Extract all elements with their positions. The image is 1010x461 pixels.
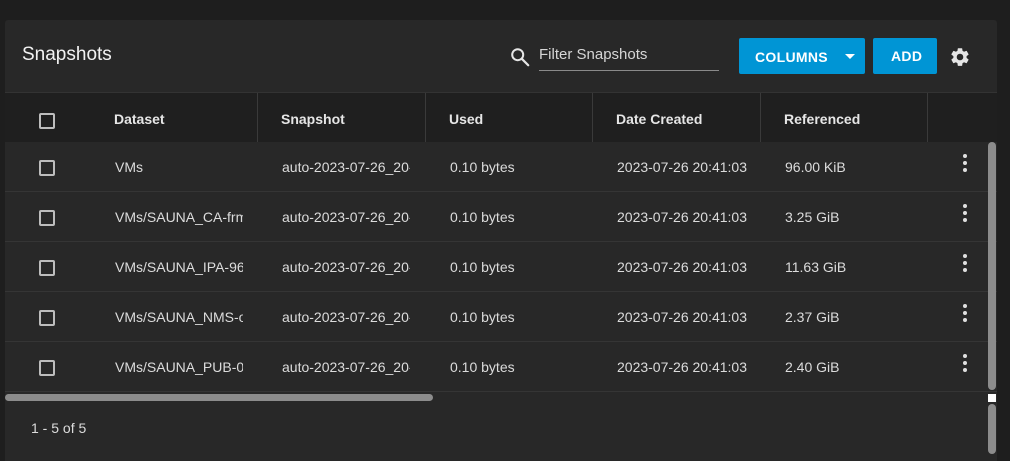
page-title: Snapshots — [22, 44, 112, 65]
column-header-referenced[interactable]: Referenced — [784, 93, 860, 143]
cell-used: 0.10 bytes — [450, 309, 515, 325]
table-header: Dataset Snapshot Used Date Created Refer… — [5, 92, 997, 143]
more-vert-icon[interactable] — [961, 354, 969, 374]
column-header-snapshot[interactable]: Snapshot — [281, 93, 345, 143]
columns-button[interactable]: COLUMNS — [739, 38, 865, 74]
column-header-dataset[interactable]: Dataset — [114, 93, 165, 143]
cell-used: 0.10 bytes — [450, 259, 515, 275]
cell-snapshot: auto-2023-07-26_20- — [282, 209, 410, 225]
row-checkbox[interactable] — [39, 260, 55, 276]
more-vert-icon[interactable] — [961, 154, 969, 174]
column-header-date-created[interactable]: Date Created — [616, 93, 702, 143]
cell-used: 0.10 bytes — [450, 359, 515, 375]
filter-snapshots-input[interactable] — [539, 42, 719, 71]
cell-dataset: VMs/SAUNA_IPA-96 — [115, 259, 243, 275]
horizontal-scrollbar[interactable] — [5, 394, 433, 401]
more-vert-icon[interactable] — [961, 304, 969, 324]
cell-date-created: 2023-07-26 20:41:03 — [617, 309, 747, 325]
table-row[interactable]: VMs/SAUNA_CA-frm auto-2023-07-26_20- 0.1… — [5, 192, 997, 242]
cell-date-created: 2023-07-26 20:41:03 — [617, 209, 747, 225]
cell-snapshot: auto-2023-07-26_20- — [282, 309, 410, 325]
select-all-checkbox[interactable] — [39, 113, 55, 129]
cell-used: 0.10 bytes — [450, 159, 515, 175]
cell-snapshot: auto-2023-07-26_20- — [282, 359, 410, 375]
row-checkbox[interactable] — [39, 210, 55, 226]
column-header-used[interactable]: Used — [449, 93, 483, 143]
column-divider[interactable] — [257, 93, 258, 143]
cell-used: 0.10 bytes — [450, 209, 515, 225]
vertical-scrollbar[interactable] — [988, 142, 996, 390]
caret-down-icon — [845, 54, 855, 59]
more-vert-icon[interactable] — [961, 254, 969, 274]
table-row[interactable]: VMs auto-2023-07-26_20- 0.10 bytes 2023-… — [5, 142, 997, 192]
table-row[interactable]: VMs/SAUNA_IPA-96 auto-2023-07-26_20- 0.1… — [5, 242, 997, 292]
row-checkbox[interactable] — [39, 310, 55, 326]
column-divider[interactable] — [592, 93, 593, 143]
cell-referenced: 11.63 GiB — [785, 259, 847, 275]
card-header: Snapshots COLUMNS ADD — [5, 20, 997, 92]
row-checkbox[interactable] — [39, 160, 55, 176]
cell-snapshot: auto-2023-07-26_20- — [282, 159, 410, 175]
cell-referenced: 96.00 KiB — [785, 159, 846, 175]
cell-referenced: 2.40 GiB — [785, 359, 840, 375]
cell-dataset: VMs — [115, 159, 143, 175]
pagination-summary: 1 - 5 of 5 — [31, 420, 87, 436]
cell-date-created: 2023-07-26 20:41:03 — [617, 259, 747, 275]
column-divider[interactable] — [927, 93, 928, 143]
cell-referenced: 2.37 GiB — [785, 309, 840, 325]
snapshots-card: Snapshots COLUMNS ADD Dataset Snapshot U… — [5, 20, 997, 461]
cell-dataset: VMs/SAUNA_PUB-0 — [115, 359, 243, 375]
scrollbar-corner — [988, 394, 996, 402]
cell-date-created: 2023-07-26 20:41:03 — [617, 359, 747, 375]
cell-referenced: 3.25 GiB — [785, 209, 840, 225]
cell-dataset: VMs/SAUNA_CA-frm — [115, 209, 243, 225]
search-icon — [511, 48, 530, 67]
cell-snapshot: auto-2023-07-26_20- — [282, 259, 410, 275]
table-row[interactable]: VMs/SAUNA_NMS-o auto-2023-07-26_20- 0.10… — [5, 292, 997, 342]
gear-icon[interactable] — [949, 46, 971, 68]
column-divider[interactable] — [425, 93, 426, 143]
table-row[interactable]: VMs/SAUNA_PUB-0 auto-2023-07-26_20- 0.10… — [5, 342, 997, 392]
column-divider[interactable] — [760, 93, 761, 143]
add-button-label: ADD — [891, 48, 923, 64]
add-button[interactable]: ADD — [873, 38, 937, 74]
columns-button-label: COLUMNS — [755, 49, 828, 65]
table-footer: 1 - 5 of 5 — [5, 404, 985, 461]
cell-date-created: 2023-07-26 20:41:03 — [617, 159, 747, 175]
cell-dataset: VMs/SAUNA_NMS-o — [115, 309, 243, 325]
row-checkbox[interactable] — [39, 360, 55, 376]
more-vert-icon[interactable] — [961, 204, 969, 224]
page-scrollbar[interactable] — [988, 404, 996, 454]
